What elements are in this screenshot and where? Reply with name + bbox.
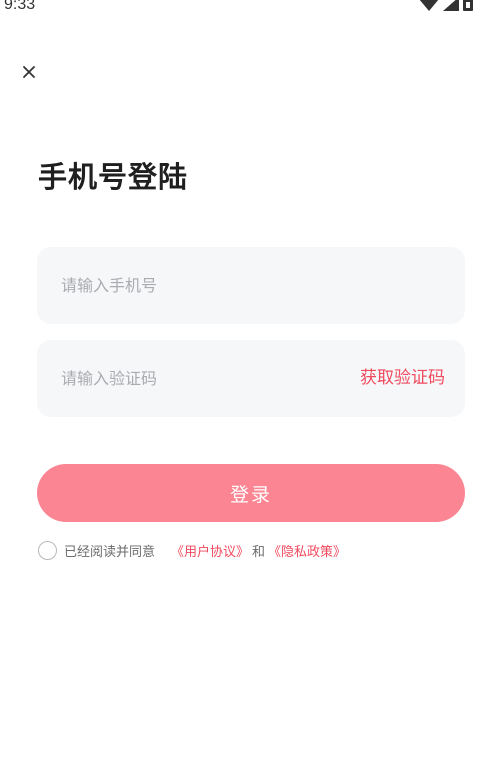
battery-icon xyxy=(463,0,473,15)
agreement-checkbox[interactable] xyxy=(38,540,57,560)
close-icon xyxy=(22,64,36,83)
phone-input[interactable] xyxy=(61,247,441,324)
wifi-icon xyxy=(419,0,439,15)
privacy-policy-link[interactable]: 《隐私政策》 xyxy=(268,541,346,560)
login-button[interactable]: 登录 xyxy=(37,464,465,522)
login-screen: 9:33 手机号登陆 获取验证码 登录 已经阅读并同意 xyxy=(0,0,499,763)
verification-code-input[interactable] xyxy=(61,340,321,417)
signal-icon xyxy=(443,0,459,15)
and-text: 和 xyxy=(252,544,266,560)
status-time: 9:33 xyxy=(4,0,36,13)
status-bar: 9:33 xyxy=(0,0,499,18)
status-icons xyxy=(419,0,473,15)
phone-input-container xyxy=(37,247,465,324)
agreement-row: 已经阅读并同意 《用户协议》 和 《隐私政策》 xyxy=(38,539,346,561)
code-input-container: 获取验证码 xyxy=(37,340,465,417)
close-button[interactable] xyxy=(18,62,40,84)
agreement-text: 已经阅读并同意 xyxy=(64,544,156,560)
user-agreement-link[interactable]: 《用户协议》 xyxy=(171,541,249,560)
get-code-button[interactable]: 获取验证码 xyxy=(360,340,445,417)
page-title: 手机号登陆 xyxy=(38,160,189,194)
